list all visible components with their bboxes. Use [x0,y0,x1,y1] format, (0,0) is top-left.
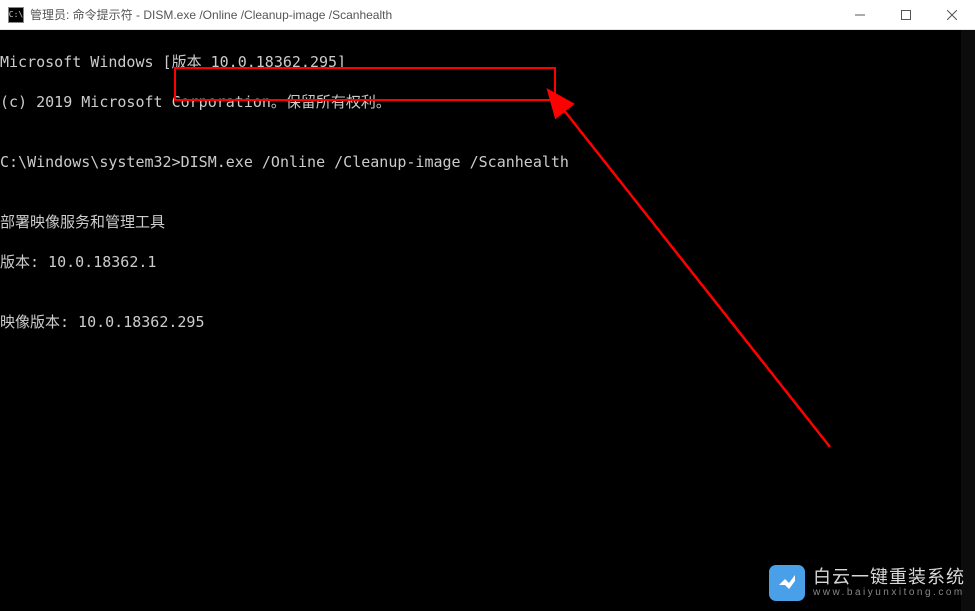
window-controls [837,0,975,30]
minimize-button[interactable] [837,0,883,30]
output-line: 版本: 10.0.18362.1 [0,252,961,272]
watermark-url: www.baiyunxitong.com [813,587,965,598]
prompt-line: C:\Windows\system32>DISM.exe /Online /Cl… [0,152,961,172]
scrollbar-thumb[interactable] [961,30,975,611]
watermark-text: 白云一键重装系统 www.baiyunxitong.com [813,568,965,599]
output-line: Microsoft Windows [版本 10.0.18362.295] [0,52,961,72]
terminal-output[interactable]: Microsoft Windows [版本 10.0.18362.295] (c… [0,30,961,611]
watermark: 白云一键重装系统 www.baiyunxitong.com [769,565,965,601]
output-line: 部署映像服务和管理工具 [0,212,961,232]
window-titlebar[interactable]: C:\ 管理员: 命令提示符 - DISM.exe /Online /Clean… [0,0,975,30]
close-button[interactable] [929,0,975,30]
watermark-title: 白云一键重装系统 [813,568,965,588]
output-line: (c) 2019 Microsoft Corporation。保留所有权利。 [0,92,961,112]
prompt-path: C:\Windows\system32> [0,152,181,172]
maximize-button[interactable] [883,0,929,30]
prompt-command: DISM.exe /Online /Cleanup-image /Scanhea… [181,152,569,172]
output-line: 映像版本: 10.0.18362.295 [0,312,961,332]
watermark-logo-icon [769,565,805,601]
vertical-scrollbar[interactable] [961,30,975,611]
cmd-icon: C:\ [8,7,24,23]
window-title: 管理员: 命令提示符 - DISM.exe /Online /Cleanup-i… [30,6,392,23]
